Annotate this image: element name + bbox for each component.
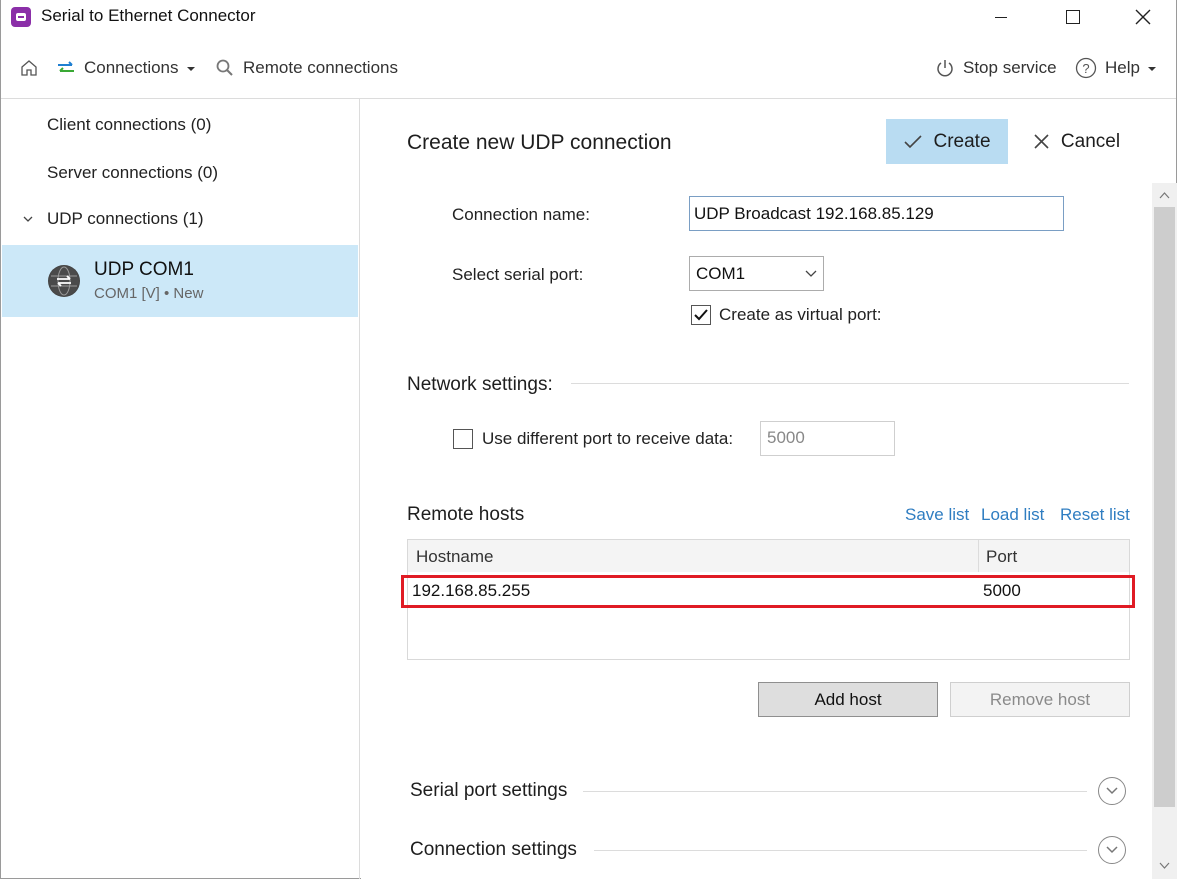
checkmark-icon xyxy=(694,309,708,321)
connections-icon xyxy=(58,61,74,72)
power-icon xyxy=(937,60,953,77)
app-logo-icon xyxy=(11,7,31,27)
sidebar: Client connections (0) Server connection… xyxy=(1,99,360,879)
connections-label: Connections xyxy=(84,58,179,77)
receive-port-input[interactable]: 5000 xyxy=(760,421,895,456)
save-list-link[interactable]: Save list xyxy=(905,505,969,525)
connection-settings-title[interactable]: Connection settings xyxy=(410,839,577,861)
minimize-button[interactable] xyxy=(966,0,1036,34)
chevron-down-icon[interactable] xyxy=(1158,859,1171,872)
connection-name-label: Connection name: xyxy=(452,205,590,224)
create-label: Create xyxy=(933,130,991,152)
window-title: Serial to Ethernet Connector xyxy=(41,6,256,25)
expand-serial-settings-button[interactable] xyxy=(1098,777,1126,805)
app-window: Serial to Ethernet Connector Connections… xyxy=(0,0,1177,879)
close-icon xyxy=(1034,134,1049,149)
stop-service-button[interactable]: Stop service xyxy=(935,46,1057,90)
scrollbar-thumb[interactable] xyxy=(1154,207,1175,807)
serial-port-label: Select serial port: xyxy=(452,265,584,284)
load-list-link[interactable]: Load list xyxy=(981,505,1044,525)
connection-name: UDP COM1 xyxy=(94,259,194,280)
main-panel: Create new UDP connection Create Cancel … xyxy=(361,99,1177,879)
maximize-button[interactable] xyxy=(1038,0,1108,34)
network-settings-title: Network settings: xyxy=(407,374,553,395)
home-icon xyxy=(21,60,37,76)
section-divider xyxy=(571,383,1129,384)
table-header: Hostname Port xyxy=(408,540,1129,572)
stop-service-label: Stop service xyxy=(963,58,1057,77)
sidebar-item-client-connections[interactable]: Client connections (0) xyxy=(47,115,211,135)
sidebar-group-udp-connections[interactable]: UDP connections (1) xyxy=(23,209,204,229)
toolbar: Connections Remote connections Stop serv… xyxy=(1,46,1176,90)
cancel-button[interactable]: Cancel xyxy=(1027,119,1127,164)
search-icon xyxy=(216,59,233,76)
form-scroll-area: Connection name: Select serial port: COM… xyxy=(361,183,1177,879)
different-port-checkbox[interactable] xyxy=(453,429,473,449)
selected-row-highlight xyxy=(401,575,1135,608)
remote-hosts-title: Remote hosts xyxy=(407,504,525,525)
chevron-up-icon[interactable] xyxy=(1158,189,1171,202)
help-icon: ? xyxy=(1075,57,1097,79)
connections-menu[interactable]: Connections xyxy=(56,46,195,90)
sidebar-group-label: UDP connections (1) xyxy=(47,209,204,228)
cancel-label: Cancel xyxy=(1060,130,1121,152)
close-icon xyxy=(1135,9,1151,25)
remote-connections-label: Remote connections xyxy=(243,58,398,77)
connection-status: COM1 [V] • New xyxy=(94,285,204,302)
checkmark-icon xyxy=(904,134,923,148)
remote-connections-button[interactable]: Remote connections xyxy=(215,46,398,90)
create-button[interactable]: Create xyxy=(886,119,1008,164)
serial-port-value: COM1 xyxy=(696,263,746,283)
chevron-down-icon xyxy=(23,216,33,222)
connection-name-input[interactable] xyxy=(689,196,1064,231)
page-title: Create new UDP connection xyxy=(407,131,672,154)
column-header-port[interactable]: Port xyxy=(986,547,1017,567)
svg-text:?: ? xyxy=(1082,61,1089,76)
minimize-icon xyxy=(995,16,1007,18)
chevron-down-icon xyxy=(1106,787,1118,795)
chevron-down-icon xyxy=(805,270,817,277)
help-menu[interactable]: ? Help xyxy=(1075,46,1156,90)
different-port-label: Use different port to receive data: xyxy=(482,429,734,448)
chevron-down-icon xyxy=(1147,67,1156,71)
section-divider xyxy=(583,791,1087,792)
serial-port-settings-title[interactable]: Serial port settings xyxy=(410,780,567,802)
chevron-down-icon xyxy=(186,67,195,71)
reset-list-link[interactable]: Reset list xyxy=(1060,505,1130,525)
add-host-button[interactable]: Add host xyxy=(758,682,938,717)
section-divider xyxy=(594,850,1087,851)
help-label: Help xyxy=(1105,58,1140,77)
sidebar-item-udp-com1[interactable]: UDP COM1 COM1 [V] • New xyxy=(2,245,358,317)
column-separator[interactable] xyxy=(978,540,979,572)
vertical-scrollbar[interactable] xyxy=(1152,183,1177,879)
virtual-port-checkbox[interactable] xyxy=(691,305,711,325)
maximize-icon xyxy=(1066,10,1080,24)
expand-connection-settings-button[interactable] xyxy=(1098,836,1126,864)
home-button[interactable] xyxy=(19,46,47,90)
chevron-down-icon xyxy=(1106,846,1118,854)
serial-port-select[interactable]: COM1 xyxy=(689,256,824,291)
network-globe-icon xyxy=(48,265,80,297)
virtual-port-label: Create as virtual port: xyxy=(719,305,882,324)
title-bar: Serial to Ethernet Connector xyxy=(1,0,1176,34)
sidebar-item-server-connections[interactable]: Server connections (0) xyxy=(47,163,218,183)
close-button[interactable] xyxy=(1108,0,1177,34)
column-header-hostname[interactable]: Hostname xyxy=(416,547,493,567)
remove-host-button[interactable]: Remove host xyxy=(950,682,1130,717)
